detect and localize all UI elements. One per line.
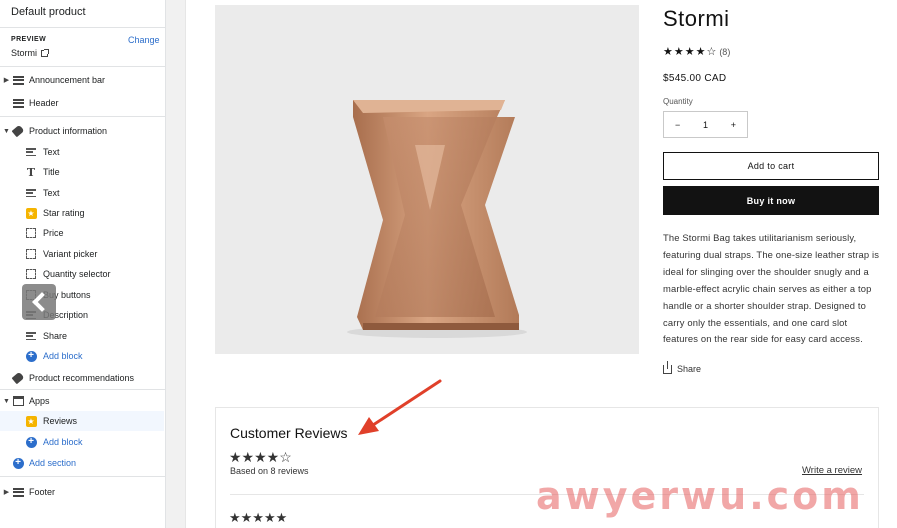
text-icon: [24, 187, 38, 199]
text-icon: [24, 146, 38, 158]
text-icon: [24, 330, 38, 342]
share-button[interactable]: Share: [663, 360, 702, 374]
editor-sidebar: Default product PREVIEW Change Stormi ▶ …: [0, 0, 166, 528]
product-image[interactable]: [215, 5, 639, 354]
external-link-icon[interactable]: [41, 48, 50, 57]
theme-editor: Default product PREVIEW Change Stormi ▶ …: [0, 0, 897, 528]
preview-product[interactable]: Stormi: [11, 48, 50, 58]
block-text[interactable]: Text: [0, 142, 164, 162]
preview-product-name: Stormi: [11, 48, 38, 58]
block-text[interactable]: Text: [0, 183, 164, 203]
bag-illustration: [347, 100, 527, 338]
quantity-value[interactable]: 1: [703, 120, 708, 130]
caret-down-icon[interactable]: ▼: [2, 128, 11, 135]
add-block-button[interactable]: + Add block: [0, 346, 164, 366]
block-price[interactable]: Price: [0, 223, 164, 243]
tag-icon: [11, 371, 25, 385]
block-reviews[interactable]: ★ Reviews: [0, 411, 164, 431]
product-title: Stormi: [663, 6, 730, 31]
block-star-rating[interactable]: ★ Star rating: [0, 203, 164, 223]
frame-icon: [24, 268, 38, 280]
caret-right-icon[interactable]: ▶: [2, 76, 11, 84]
divider: [0, 66, 165, 67]
product-description: The Stormi Bag takes utilitarianism seri…: [663, 232, 880, 345]
block-quantity-selector[interactable]: Quantity selector: [0, 264, 164, 284]
section-product-information[interactable]: ▼ Product information: [0, 121, 164, 141]
product-rating[interactable]: ★★★★☆ (8): [663, 45, 730, 58]
bars-icon: [11, 486, 25, 498]
template-title: Default product: [11, 6, 86, 18]
review-item-stars: ★★★★★: [229, 510, 288, 525]
frame-icon: [24, 248, 38, 260]
star-icon: ★: [25, 415, 37, 427]
reviews-title: Customer Reviews: [230, 425, 348, 441]
back-arrow-overlay[interactable]: [22, 284, 56, 320]
annotation-arrow-icon: [358, 379, 442, 435]
plus-icon: +: [11, 457, 25, 469]
divider: [0, 116, 165, 117]
tag-icon: [11, 124, 25, 138]
quantity-plus-button[interactable]: +: [731, 120, 736, 130]
watermark: awyerwu.com: [536, 474, 864, 518]
share-label: Share: [677, 364, 702, 374]
rating-stars: ★★★★☆: [663, 46, 718, 58]
quantity-stepper: − 1 +: [663, 111, 748, 138]
frame-icon: [24, 227, 38, 239]
title-icon: T: [26, 165, 36, 179]
add-block-button[interactable]: + Add block: [0, 432, 164, 452]
divider: [0, 389, 165, 390]
plus-icon: +: [24, 350, 38, 362]
caret-down-icon[interactable]: ▼: [2, 398, 11, 405]
quantity-label: Quantity: [663, 97, 693, 106]
add-to-cart-button[interactable]: Add to cart: [663, 152, 879, 180]
caret-right-icon[interactable]: ▶: [2, 488, 11, 496]
divider: [0, 476, 165, 477]
preview-label: PREVIEW: [11, 36, 47, 43]
block-share[interactable]: Share: [0, 326, 164, 346]
chevron-left-icon: [32, 292, 52, 312]
reviews-based-on: Based on 8 reviews: [230, 466, 309, 476]
bars-icon: [11, 97, 25, 109]
product-price: $545.00 CAD: [663, 73, 727, 84]
block-title[interactable]: T Title: [0, 162, 164, 182]
bars-icon: [11, 74, 25, 86]
block-variant-picker[interactable]: Variant picker: [0, 244, 164, 264]
section-footer[interactable]: ▶ Footer: [0, 482, 164, 502]
section-header[interactable]: Header: [0, 93, 164, 113]
reviews-average-stars: ★★★★☆: [229, 449, 292, 465]
review-count: (8): [719, 47, 731, 57]
share-icon: [663, 360, 672, 374]
add-section-button[interactable]: + Add section: [0, 453, 164, 473]
quantity-minus-button[interactable]: −: [675, 120, 680, 130]
section-product-recommendations[interactable]: Product recommendations: [0, 368, 164, 388]
buy-now-button[interactable]: Buy it now: [663, 186, 879, 215]
plus-icon: +: [24, 436, 38, 448]
divider: [0, 27, 165, 28]
section-announcement-bar[interactable]: ▶ Announcement bar: [0, 70, 164, 90]
change-preview-link[interactable]: Change: [128, 35, 160, 45]
section-apps[interactable]: ▼ Apps: [0, 391, 164, 411]
star-icon: ★: [25, 207, 37, 219]
apps-icon: [11, 395, 25, 407]
